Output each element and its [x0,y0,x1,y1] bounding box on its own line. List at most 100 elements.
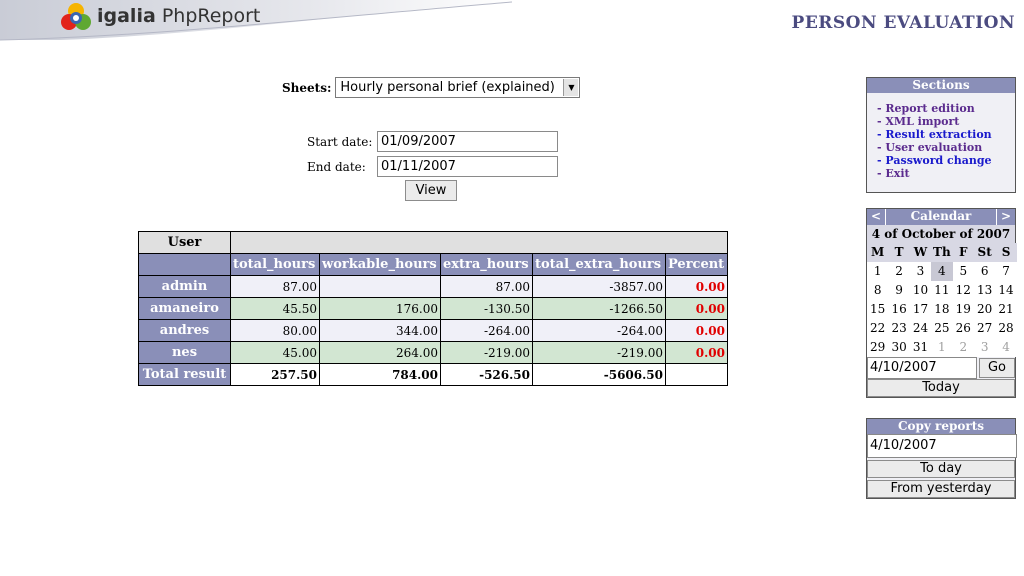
calendar-day[interactable]: 28 [995,319,1017,338]
total-cell [665,363,728,386]
page-title: PERSON EVALUATION [791,13,1015,33]
sheets-selected-value: Hourly personal brief (explained) [340,80,555,95]
calendar-day[interactable]: 18 [931,300,953,319]
calendar-day[interactable]: 7 [995,262,1017,281]
column-header: workable_hours [319,253,441,276]
sections-title: Sections [867,78,1015,93]
calendar-day-next-month[interactable]: 4 [995,338,1017,357]
calendar-day[interactable]: 30 [888,338,910,357]
calendar-header: < Calendar > [867,209,1015,225]
weekday-header: S [995,243,1017,262]
column-header-blank [138,253,231,276]
weekday-header: St [973,243,996,262]
calendar-next-button[interactable]: > [997,209,1015,225]
calendar-day[interactable]: 25 [931,319,953,338]
copy-from-yesterday-button[interactable]: From yesterday [867,480,1015,498]
section-link-password-change[interactable]: - Password change [877,154,1005,167]
section-link-result-extraction[interactable]: - Result extraction [877,128,1005,141]
weekday-header: T [888,243,910,262]
calendar-day[interactable]: 10 [909,281,932,300]
view-button[interactable]: View [405,180,457,201]
row-user: andres [138,319,231,342]
table-cell: -130.50 [440,297,533,320]
total-cell: -526.50 [440,363,533,386]
percent-cell: 0.00 [665,297,728,320]
calendar-day[interactable]: 3 [909,262,932,281]
row-user: amaneiro [138,297,231,320]
calendar-day[interactable]: 21 [995,300,1017,319]
calendar-day[interactable]: 16 [888,300,910,319]
section-link-report-edition[interactable]: - Report edition [877,102,1005,115]
calendar-day-next-month[interactable]: 3 [973,338,996,357]
igalia-logo-icon [61,3,91,30]
calendar-month-label: 4 of October of 2007 [867,225,1015,243]
sheets-row: Sheets: Hourly personal brief (explained… [282,77,581,98]
table-row: nes 45.00 264.00 -219.00 -219.00 0.00 [138,341,728,364]
start-date-row: Start date: 01/09/2007 [307,131,558,152]
calendar-go-button[interactable]: Go [979,358,1015,378]
calendar-day[interactable]: 2 [888,262,910,281]
calendar-day-selected[interactable]: 4 [931,262,953,281]
table-cell: -264.00 [532,319,666,342]
table-cell: 344.00 [319,319,441,342]
calendar-panel: < Calendar > 4 of October of 2007 M T W … [866,208,1017,398]
weekday-header: Th [931,243,953,262]
percent-cell: 0.00 [665,341,728,364]
table-cell: -1266.50 [532,297,666,320]
calendar-day[interactable]: 5 [952,262,974,281]
copy-to-day-button[interactable]: To day [867,460,1015,478]
calendar-day[interactable]: 11 [931,281,953,300]
end-date-label: End date: [307,159,366,174]
calendar-day[interactable]: 31 [909,338,932,357]
user-column-header: User [138,231,231,254]
calendar-title: Calendar [885,209,997,225]
table-cell: 264.00 [319,341,441,364]
calendar-day[interactable]: 14 [995,281,1017,300]
table-cell: 80.00 [230,319,320,342]
calendar-day[interactable]: 22 [867,319,889,338]
calendar-day[interactable]: 8 [867,281,889,300]
calendar-day-next-month[interactable]: 2 [952,338,974,357]
calendar-day[interactable]: 20 [973,300,996,319]
calendar-day[interactable]: 12 [952,281,974,300]
calendar-day[interactable]: 17 [909,300,932,319]
column-header: total_hours [230,253,320,276]
calendar-day[interactable]: 6 [973,262,996,281]
calendar-day[interactable]: 27 [973,319,996,338]
calendar-day[interactable]: 19 [952,300,974,319]
calendar-prev-button[interactable]: < [867,209,885,225]
end-date-row: End date: 01/11/2007 [307,156,558,177]
column-header-row: total_hours workable_hours extra_hours t… [138,253,728,276]
row-user: nes [138,341,231,364]
section-link-xml-import[interactable]: - XML import [877,115,1005,128]
start-date-input[interactable]: 01/09/2007 [377,131,558,152]
calendar-day[interactable]: 13 [973,281,996,300]
calendar-day[interactable]: 1 [867,262,889,281]
table-cell: -3857.00 [532,275,666,298]
sheets-select[interactable]: Hourly personal brief (explained) ▼ [335,77,581,98]
report-table: User total_hours workable_hours extra_ho… [138,231,728,386]
copy-reports-date-input[interactable]: 4/10/2007 [867,434,1017,458]
dropdown-arrow-icon[interactable]: ▼ [563,79,579,96]
table-row: amaneiro 45.50 176.00 -130.50 -1266.50 0… [138,297,728,320]
header-spacer [230,231,728,254]
calendar-day[interactable]: 23 [888,319,910,338]
section-link-user-evaluation[interactable]: - User evaluation [877,141,1005,154]
calendar-day[interactable]: 15 [867,300,889,319]
calendar-date-input[interactable]: 4/10/2007 [867,357,977,379]
end-date-input[interactable]: 01/11/2007 [377,156,558,177]
sections-list: - Report edition - XML import - Result e… [867,93,1015,188]
column-header: Percent [665,253,728,276]
calendar-day[interactable]: 9 [888,281,910,300]
calendar-day[interactable]: 26 [952,319,974,338]
weekday-header: W [909,243,932,262]
calendar-day[interactable]: 29 [867,338,889,357]
calendar-today-button[interactable]: Today [867,379,1015,397]
calendar-day-next-month[interactable]: 1 [931,338,953,357]
copy-reports-panel: Copy reports 4/10/2007 To day From yeste… [866,418,1017,499]
calendar-day[interactable]: 24 [909,319,932,338]
total-cell: 257.50 [230,363,320,386]
total-label: Total result [138,363,231,386]
section-link-exit[interactable]: - Exit [877,167,1005,180]
table-cell: -219.00 [440,341,533,364]
